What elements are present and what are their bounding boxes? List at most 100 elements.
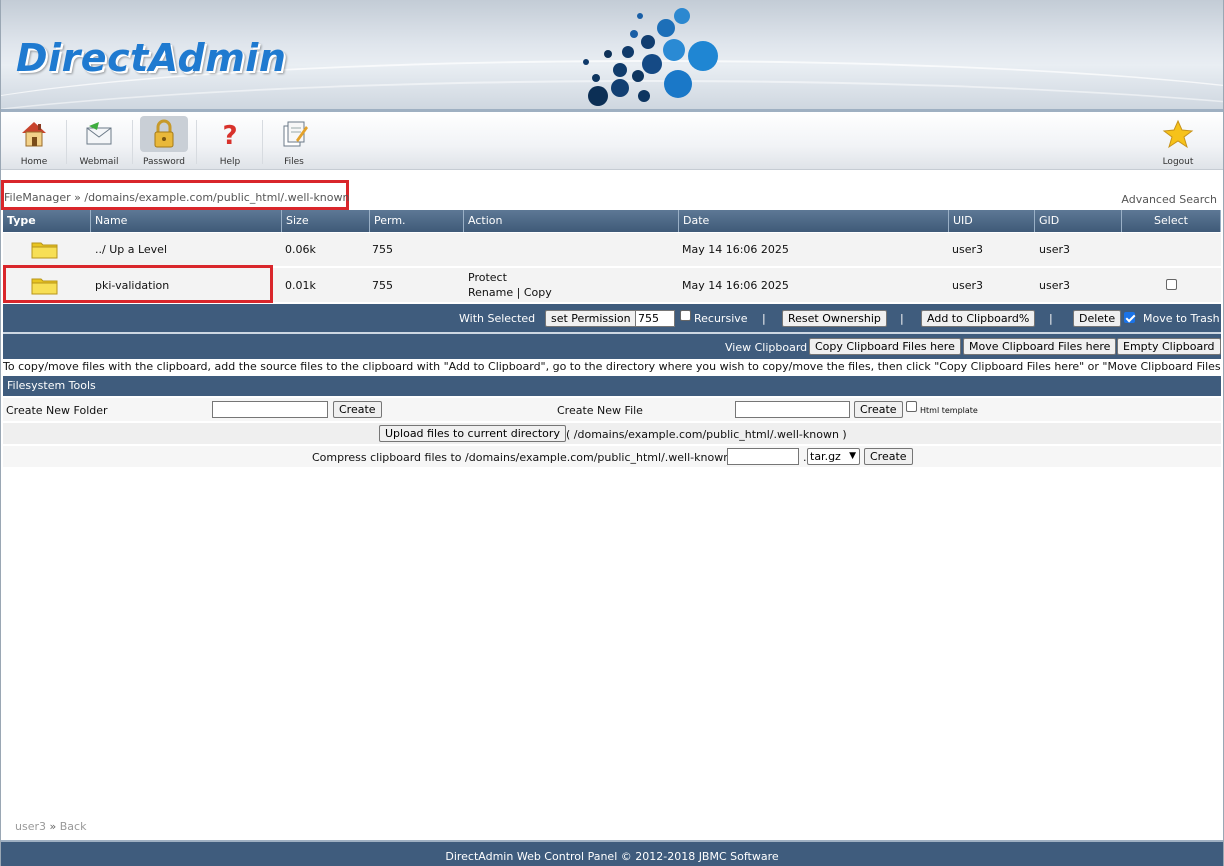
toolbar-home-label: Home bbox=[20, 157, 48, 167]
help-icon: ? bbox=[212, 116, 248, 152]
delete-button[interactable]: Delete bbox=[1073, 310, 1122, 327]
toolbar-logout[interactable]: Logout bbox=[1149, 116, 1207, 168]
new-file-input[interactable] bbox=[735, 401, 850, 418]
recursive-checkbox[interactable] bbox=[680, 310, 691, 321]
row-perm: 755 bbox=[372, 279, 393, 292]
move-clipboard-files-button[interactable]: Move Clipboard Files here bbox=[963, 338, 1117, 355]
create-folder-label: Create New Folder bbox=[6, 404, 108, 417]
separator: | bbox=[762, 312, 766, 325]
view-clipboard-link[interactable]: View Clipboard bbox=[725, 341, 807, 354]
with-selected-bar: With Selected set Permission 755 Recursi… bbox=[3, 304, 1221, 332]
file-table-header: Type Name Size Perm. Action Date UID GID… bbox=[3, 210, 1221, 232]
rename-link[interactable]: Rename bbox=[468, 286, 513, 299]
separator: | bbox=[900, 312, 904, 325]
compress-format-value: tar.gz bbox=[810, 450, 841, 463]
table-row: ../ Up a Level 0.06k 755 May 14 16:06 20… bbox=[3, 233, 1221, 267]
col-type[interactable]: Type bbox=[3, 210, 91, 232]
toolbar-help[interactable]: ? Help bbox=[201, 116, 259, 168]
toolbar-webmail-label: Webmail bbox=[79, 157, 119, 167]
row-uid: user3 bbox=[952, 279, 983, 292]
breadcrumb-path: /domains/example.com/public_html/.well-k… bbox=[84, 191, 350, 204]
svg-text:?: ? bbox=[222, 121, 237, 150]
compress-dot: . bbox=[803, 451, 807, 464]
row-uid: user3 bbox=[952, 243, 983, 256]
breadcrumb-root[interactable]: FileManager bbox=[4, 191, 71, 204]
create-file-button[interactable]: Create bbox=[854, 401, 903, 418]
breadcrumb: FileManager » /domains/example.com/publi… bbox=[4, 191, 349, 204]
row-date: May 14 16:06 2025 bbox=[682, 243, 789, 256]
html-template-label: Html template bbox=[920, 406, 978, 415]
compress-create-button[interactable]: Create bbox=[864, 448, 913, 465]
compress-format-select[interactable]: tar.gz ▼ bbox=[807, 448, 860, 465]
compress-filename-input[interactable] bbox=[727, 448, 799, 465]
upload-row: Upload files to current directory ( /dom… bbox=[3, 423, 1221, 445]
folder-icon[interactable] bbox=[31, 239, 59, 259]
upload-files-button[interactable]: Upload files to current directory bbox=[379, 425, 566, 442]
move-to-trash-checkbox[interactable] bbox=[1124, 311, 1135, 323]
chevron-down-icon: ▼ bbox=[849, 451, 856, 461]
toolbar-files-label: Files bbox=[284, 157, 304, 167]
advanced-search-link[interactable]: Advanced Search bbox=[1121, 193, 1217, 206]
with-selected-label: With Selected bbox=[459, 312, 536, 325]
html-template-checkbox[interactable] bbox=[906, 401, 917, 412]
home-icon bbox=[16, 116, 52, 152]
footer: DirectAdmin Web Control Panel © 2012-201… bbox=[1, 840, 1223, 866]
col-date[interactable]: Date bbox=[679, 210, 949, 232]
new-folder-input[interactable] bbox=[212, 401, 328, 418]
separator: | bbox=[1049, 312, 1053, 325]
col-uid[interactable]: UID bbox=[949, 210, 1035, 232]
move-to-trash-label: Move to Trash bbox=[1143, 312, 1220, 325]
toolbar-logout-label: Logout bbox=[1162, 157, 1194, 167]
bottom-separator: » bbox=[49, 820, 57, 833]
upload-path: ( /domains/example.com/public_html/.well… bbox=[566, 428, 847, 441]
row-gid: user3 bbox=[1039, 243, 1070, 256]
row-gid: user3 bbox=[1039, 279, 1070, 292]
back-link[interactable]: Back bbox=[60, 820, 87, 833]
toolbar-password-label: Password bbox=[142, 157, 186, 167]
clipboard-instructions: To copy/move files with the clipboard, a… bbox=[3, 360, 1224, 373]
add-to-clipboard-button[interactable]: Add to Clipboard% bbox=[921, 310, 1036, 327]
breadcrumb-separator: » bbox=[74, 191, 81, 204]
empty-clipboard-button[interactable]: Empty Clipboard bbox=[1117, 338, 1221, 355]
recursive-label: Recursive bbox=[694, 312, 748, 325]
clipboard-bar: View Clipboard Copy Clipboard Files here… bbox=[3, 334, 1221, 359]
directadmin-logo[interactable]: DirectAdmin bbox=[16, 36, 286, 80]
copy-link[interactable]: Copy bbox=[524, 286, 552, 299]
page: DirectAdmin Home Webmail Password ? Help… bbox=[0, 0, 1224, 866]
col-gid[interactable]: GID bbox=[1035, 210, 1122, 232]
col-select: Select bbox=[1122, 210, 1221, 232]
mail-icon bbox=[81, 116, 117, 152]
row-size: 0.01k bbox=[285, 279, 316, 292]
main-toolbar: Home Webmail Password ? Help Files Logou… bbox=[1, 112, 1223, 170]
row-perm: 755 bbox=[372, 243, 393, 256]
create-folder-button[interactable]: Create bbox=[333, 401, 382, 418]
col-action: Action bbox=[464, 210, 679, 232]
bottom-nav: user3 » Back bbox=[15, 820, 86, 833]
toolbar-help-label: Help bbox=[219, 157, 241, 167]
row-highlight bbox=[3, 265, 273, 303]
files-icon bbox=[276, 116, 312, 152]
col-perm[interactable]: Perm. bbox=[370, 210, 464, 232]
row-name-link[interactable]: ../ Up a Level bbox=[95, 243, 167, 256]
lock-icon bbox=[140, 116, 188, 152]
toolbar-home[interactable]: Home bbox=[5, 116, 63, 168]
set-permission-button[interactable]: set Permission bbox=[545, 310, 637, 327]
reset-ownership-button[interactable]: Reset Ownership bbox=[782, 310, 887, 327]
protect-link[interactable]: Protect bbox=[468, 271, 507, 284]
user-link[interactable]: user3 bbox=[15, 820, 46, 833]
star-icon bbox=[1160, 116, 1196, 152]
toolbar-files[interactable]: Files bbox=[265, 116, 323, 168]
create-file-label: Create New File bbox=[557, 404, 643, 417]
compress-label: Compress clipboard files to /domains/exa… bbox=[312, 451, 734, 464]
toolbar-webmail[interactable]: Webmail bbox=[70, 116, 128, 168]
compress-row: Compress clipboard files to /domains/exa… bbox=[3, 446, 1221, 468]
create-row: Create New Folder Create Create New File… bbox=[3, 398, 1221, 422]
row-select-checkbox[interactable] bbox=[1166, 279, 1177, 290]
permission-input[interactable]: 755 bbox=[635, 310, 675, 327]
toolbar-password[interactable]: Password bbox=[135, 116, 193, 168]
col-size[interactable]: Size bbox=[282, 210, 370, 232]
copy-clipboard-files-button[interactable]: Copy Clipboard Files here bbox=[809, 338, 961, 355]
col-name[interactable]: Name bbox=[91, 210, 282, 232]
filesystem-tools-header: Filesystem Tools bbox=[3, 376, 1221, 396]
header-banner: DirectAdmin bbox=[1, 0, 1223, 112]
